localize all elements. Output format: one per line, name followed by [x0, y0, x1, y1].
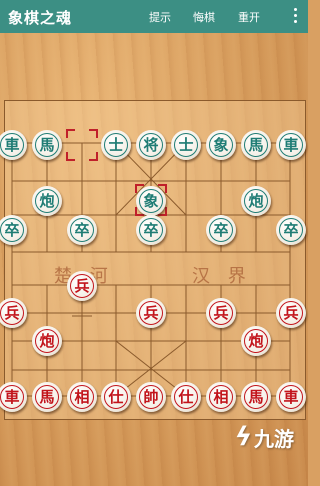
- teal-elephant-piece[interactable]: 象: [206, 130, 236, 160]
- teal-pawn-piece[interactable]: 卒: [206, 215, 236, 245]
- red-chariot-piece[interactable]: 車: [276, 382, 306, 412]
- teal-pawn-piece[interactable]: 卒: [67, 215, 97, 245]
- teal-advisor-piece[interactable]: 士: [171, 130, 201, 160]
- teal-advisor-piece[interactable]: 士: [101, 130, 131, 160]
- teal-pawn-piece[interactable]: 卒: [276, 215, 306, 245]
- teal-cannon-piece[interactable]: 炮: [32, 186, 62, 216]
- teal-horse-piece[interactable]: 馬: [32, 130, 62, 160]
- red-pawn-piece[interactable]: 兵: [206, 298, 236, 328]
- red-pawn-piece[interactable]: 兵: [67, 271, 97, 301]
- teal-general-piece[interactable]: 将: [136, 130, 166, 160]
- red-general-piece[interactable]: 帥: [136, 382, 166, 412]
- move-origin-marker: [66, 129, 98, 161]
- red-cannon-piece[interactable]: 炮: [241, 326, 271, 356]
- teal-cannon-piece[interactable]: 炮: [241, 186, 271, 216]
- watermark-logo: ϟ 九游: [235, 422, 294, 452]
- river-text-right: 汉 界: [192, 266, 252, 287]
- red-advisor-piece[interactable]: 仕: [171, 382, 201, 412]
- red-pawn-piece[interactable]: 兵: [136, 298, 166, 328]
- red-cannon-piece[interactable]: 炮: [32, 326, 62, 356]
- teal-chariot-piece[interactable]: 車: [276, 130, 306, 160]
- red-elephant-piece[interactable]: 相: [206, 382, 236, 412]
- red-elephant-piece[interactable]: 相: [67, 382, 97, 412]
- logo-mark-icon: ϟ: [234, 422, 252, 452]
- red-horse-piece[interactable]: 馬: [241, 382, 271, 412]
- teal-horse-piece[interactable]: 馬: [241, 130, 271, 160]
- watermark-text: 九游: [254, 426, 294, 451]
- red-advisor-piece[interactable]: 仕: [101, 382, 131, 412]
- red-horse-piece[interactable]: 馬: [32, 382, 62, 412]
- teal-pawn-piece[interactable]: 卒: [136, 215, 166, 245]
- teal-elephant-piece[interactable]: 象: [136, 186, 166, 216]
- red-pawn-piece[interactable]: 兵: [276, 298, 306, 328]
